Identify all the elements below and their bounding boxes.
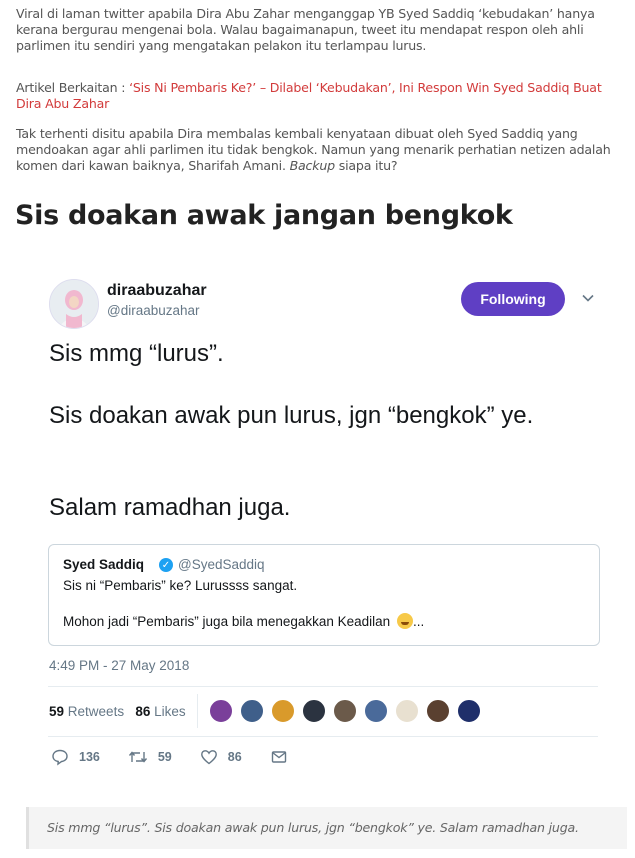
- envelope-icon: [271, 751, 286, 763]
- liker-avatar[interactable]: [240, 699, 264, 723]
- section-heading: Sis doakan awak jangan bengkok: [15, 200, 513, 231]
- retweets-label[interactable]: Retweets: [68, 704, 124, 719]
- liker-avatar[interactable]: [395, 699, 419, 723]
- reply-icon: [52, 749, 68, 766]
- quoted-line-2-text: Mohon jadi “Pembaris” juga bila menegakk…: [63, 614, 391, 629]
- like-action[interactable]: 86: [200, 748, 242, 766]
- engagement-stats: 59 Retweets 86 Likes: [49, 704, 186, 719]
- related-prefix: Artikel Berkaitan :: [16, 80, 130, 95]
- liker-avatar[interactable]: [333, 699, 357, 723]
- tweet-timestamp[interactable]: 4:49 PM - 27 May 2018: [49, 658, 189, 673]
- tweet-line-2: Sis doakan awak pun lurus, jgn “bengkok”…: [49, 402, 534, 429]
- caption-text: Sis mmg “lurus”. Sis doakan awak pun lur…: [47, 820, 579, 835]
- avatar[interactable]: [49, 279, 99, 329]
- liker-avatar[interactable]: [457, 699, 481, 723]
- retweet-action[interactable]: 59: [128, 748, 172, 766]
- following-button[interactable]: Following: [461, 282, 565, 316]
- like-count: 86: [227, 750, 242, 764]
- tweet-line-3: Salam ramadhan juga.: [49, 494, 291, 521]
- quoted-tweet[interactable]: Syed Saddiq ✓ @SyedSaddiq Sis ni “Pembar…: [48, 544, 600, 646]
- retweet-count: 59: [157, 750, 172, 764]
- chevron-down-icon[interactable]: [581, 291, 595, 305]
- quoted-line-1: Sis ni “Pembaris” ke? Lurussss sangat.: [63, 578, 298, 593]
- laughing-emoji-icon: [396, 613, 413, 629]
- author-handle[interactable]: @diraabuzahar: [107, 303, 200, 318]
- quoted-ellipsis: ...: [412, 614, 425, 629]
- body-paragraph: Tak terhenti disitu apabila Dira membala…: [16, 126, 628, 174]
- author-name[interactable]: diraabuzahar: [107, 282, 207, 300]
- quoted-author-name: Syed Saddiq: [63, 557, 145, 572]
- divider: [48, 686, 598, 687]
- liker-avatar[interactable]: [209, 699, 233, 723]
- retweets-count[interactable]: 59: [49, 704, 64, 719]
- tweet-actions: 136 59 86: [51, 748, 326, 766]
- stats-separator: [197, 694, 198, 728]
- liker-avatar[interactable]: [426, 699, 450, 723]
- quoted-line-2: Mohon jadi “Pembaris” juga bila menegakk…: [63, 613, 424, 629]
- liker-avatar[interactable]: [364, 699, 388, 723]
- retweet-icon: [128, 751, 147, 763]
- related-article: Artikel Berkaitan : ‘Sis Ni Pembaris Ke?…: [16, 80, 628, 112]
- tweet-caption: Sis mmg “lurus”. Sis doakan awak pun lur…: [26, 807, 627, 849]
- tweet-line-1: Sis mmg “lurus”.: [49, 340, 224, 367]
- liker-avatar[interactable]: [302, 699, 326, 723]
- verified-badge-icon: ✓: [159, 558, 173, 572]
- embedded-tweet: diraabuzahar @diraabuzahar Following Sis…: [33, 258, 615, 786]
- likers-avatars: [209, 699, 488, 723]
- heart-icon: [200, 750, 217, 765]
- body-paragraph-italic: Backup: [289, 158, 336, 173]
- body-paragraph-end: siapa itu?: [334, 158, 398, 173]
- reply-action[interactable]: 136: [51, 748, 100, 766]
- likes-count[interactable]: 86: [135, 704, 150, 719]
- likes-label[interactable]: Likes: [154, 704, 186, 719]
- divider: [48, 736, 598, 737]
- reply-count: 136: [79, 750, 100, 764]
- message-action[interactable]: [270, 748, 298, 766]
- quoted-author-handle: @SyedSaddiq: [178, 557, 265, 572]
- intro-paragraph: Viral di laman twitter apabila Dira Abu …: [16, 6, 595, 53]
- liker-avatar[interactable]: [271, 699, 295, 723]
